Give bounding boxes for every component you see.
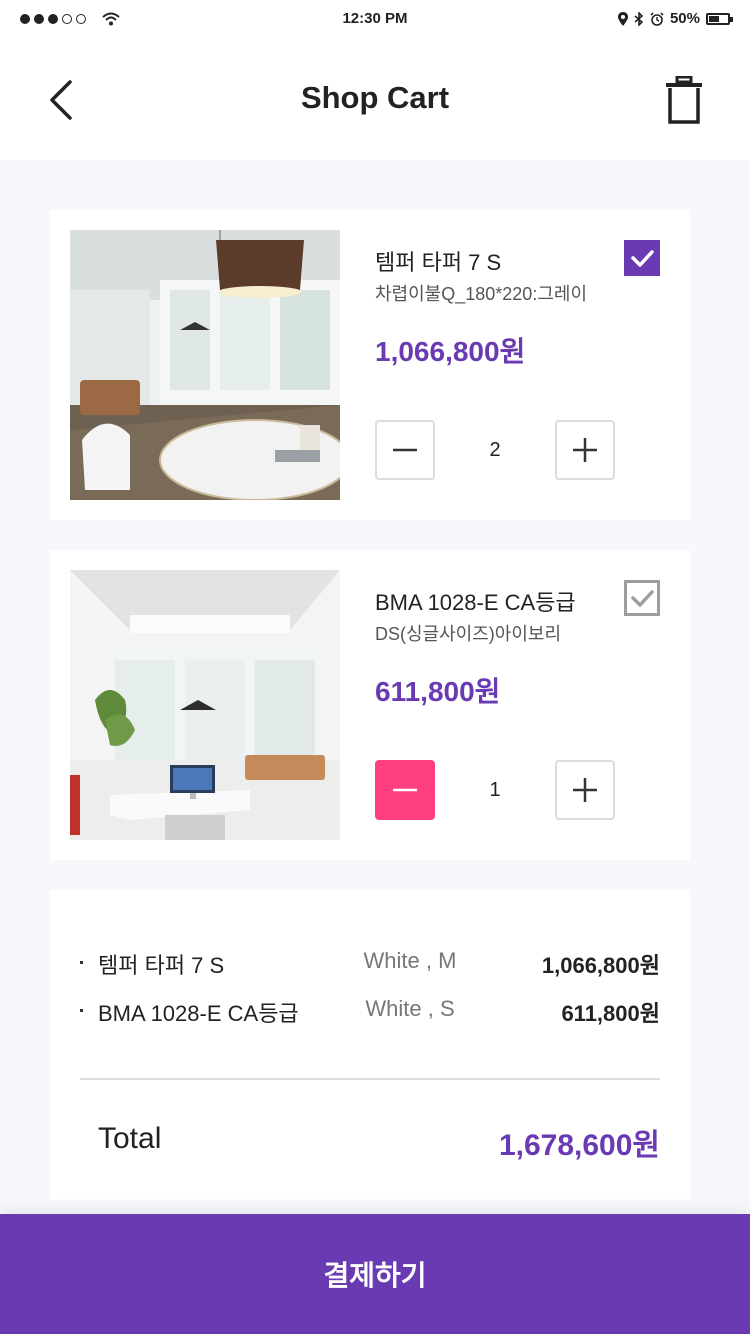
page-title: Shop Cart [300,80,450,115]
pay-button[interactable]: 결제하기 [0,1214,750,1334]
total-label: Total [98,1122,162,1155]
summary-item-price: 1,066,800원 [541,953,660,978]
checkbox-checked-icon[interactable] [624,240,660,276]
app-header: Shop Cart [0,40,750,160]
summary-item-price: 611,800원 [561,1001,660,1026]
quantity-decrease-button[interactable] [375,420,435,480]
summary-row: 템퍼 타퍼 7 S White , M 1,066,800원 [50,942,690,982]
bluetooth-icon [634,11,644,26]
product-image-office [70,570,340,840]
bullet [80,961,83,964]
trash-icon[interactable] [664,76,704,124]
quantity-value: 2 [489,439,501,461]
checkbox-unchecked-icon[interactable] [624,580,660,616]
summary-item-name: 템퍼 타퍼 7 S [98,953,225,978]
product-option: DS(싱글사이즈)아이보리 [375,624,562,644]
minus-icon [393,788,417,792]
battery-icon [706,12,733,25]
product-price: 1,066,800원 [375,336,526,367]
summary-divider [80,1078,660,1080]
product-name: BMA 1028-E CA등급 [375,590,576,615]
summary-item-option: White , S [365,996,455,1021]
status-right: 50% [617,10,733,27]
pay-button-label: 결제하기 [323,1260,427,1291]
summary-row: BMA 1028-E CA등급 White , S 611,800원 [50,990,690,1030]
bullet [80,1009,83,1012]
plus-icon [573,778,597,802]
battery-percent: 50% [669,10,700,27]
quantity-value: 1 [489,779,501,801]
product-option: 차렵이불Q_180*220:그레이 [375,284,588,304]
alarm-icon [650,11,664,26]
cart-item: BMA 1028-E CA등급 DS(싱글사이즈)아이보리 611,800원 1 [50,550,690,860]
plus-icon [573,438,597,462]
product-image-office [70,230,340,500]
quantity-decrease-button[interactable] [375,760,435,820]
cart-item: 템퍼 타퍼 7 S 차렵이불Q_180*220:그레이 1,066,800원 2 [50,210,690,520]
product-name: 템퍼 타퍼 7 S [375,250,502,275]
total-value: 1,678,600원 [498,1129,660,1162]
summary-item-option: White , M [363,948,457,973]
location-icon [617,11,628,26]
order-summary: 템퍼 타퍼 7 S White , M 1,066,800원 BMA 1028-… [50,890,690,1200]
quantity-increase-button[interactable] [555,420,615,480]
status-bar: 12:30 PM 50% [0,0,750,40]
product-price: 611,800원 [375,676,501,707]
minus-icon [393,448,417,452]
summary-item-name: BMA 1028-E CA등급 [98,1001,299,1026]
quantity-increase-button[interactable] [555,760,615,820]
